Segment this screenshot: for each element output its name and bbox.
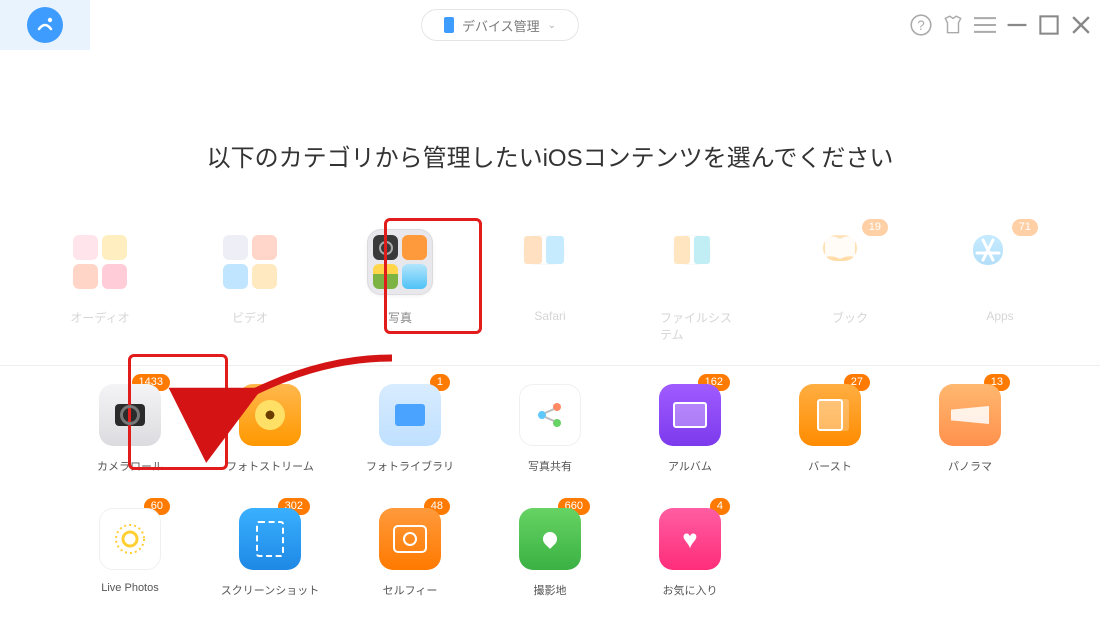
subcat-label: バースト bbox=[808, 458, 851, 474]
category-label: ビデオ bbox=[232, 309, 268, 326]
logo-icon bbox=[27, 7, 63, 43]
subcat-label: フォトストリーム bbox=[226, 458, 314, 474]
subcat-label: 写真共有 bbox=[528, 458, 572, 474]
heart-icon bbox=[659, 508, 721, 570]
subcat-photoshare[interactable]: 写真共有 bbox=[508, 384, 592, 474]
category-label: Apps bbox=[986, 309, 1013, 323]
subcat-album[interactable]: 162 アルバム bbox=[648, 384, 732, 474]
subcat-photostream[interactable]: フォトストリーム bbox=[228, 384, 312, 474]
category-label: ブック bbox=[832, 309, 868, 326]
category-books[interactable]: 19 ブック bbox=[810, 229, 890, 343]
photo-category-icon bbox=[367, 229, 433, 295]
count-badge: 71 bbox=[1012, 219, 1038, 236]
category-apps[interactable]: 71 Apps bbox=[960, 229, 1040, 343]
camera-icon bbox=[99, 384, 161, 446]
subcat-label: カメラロール bbox=[97, 458, 163, 474]
count-badge: 19 bbox=[862, 219, 888, 236]
category-filesystem[interactable]: ファイルシステム bbox=[660, 229, 740, 343]
subcat-label: スクリーンショット bbox=[221, 582, 319, 598]
phone-icon bbox=[444, 17, 454, 33]
skin-icon[interactable] bbox=[942, 14, 964, 36]
subcategory-row: 60 Live Photos 302 スクリーンショット 48 セルフィー 66… bbox=[88, 508, 1012, 598]
svg-text:?: ? bbox=[917, 18, 924, 33]
sunflower-icon bbox=[239, 384, 301, 446]
minimize-button[interactable] bbox=[1006, 14, 1028, 36]
subcat-livephotos[interactable]: 60 Live Photos bbox=[88, 508, 172, 598]
subcat-selfie[interactable]: 48 セルフィー bbox=[368, 508, 452, 598]
category-label: 写真 bbox=[388, 309, 412, 326]
page-heading: 以下のカテゴリから管理したいiOSコンテンツを選んでください bbox=[0, 138, 1100, 173]
burst-icon bbox=[799, 384, 861, 446]
subcat-label: アルバム bbox=[668, 458, 712, 474]
category-label: オーディオ bbox=[70, 309, 129, 326]
share-icon bbox=[519, 384, 581, 446]
subcat-label: Live Photos bbox=[101, 582, 158, 594]
subcat-label: お気に入り bbox=[663, 582, 718, 598]
close-button[interactable] bbox=[1070, 14, 1092, 36]
title-bar: デバイス管理 ⌄ ? bbox=[0, 0, 1100, 50]
menu-icon[interactable] bbox=[974, 14, 996, 36]
screenshot-icon bbox=[239, 508, 301, 570]
subcat-photolibrary[interactable]: 1 フォトライブラリ bbox=[368, 384, 452, 474]
category-label: Safari bbox=[534, 309, 565, 323]
subcat-favorites[interactable]: 4 お気に入り bbox=[648, 508, 732, 598]
panorama-icon bbox=[939, 384, 1001, 446]
library-icon bbox=[379, 384, 441, 446]
category-label: ファイルシステム bbox=[660, 309, 740, 343]
photo-subcategories: 1433 カメラロール フォトストリーム 1 フォトライブラリ 写真共有 162… bbox=[0, 366, 1100, 598]
device-label: デバイス管理 bbox=[462, 16, 540, 35]
subcat-screenshot[interactable]: 302 スクリーンショット bbox=[228, 508, 312, 598]
subcat-label: パノラマ bbox=[948, 458, 992, 474]
subcategory-row: 1433 カメラロール フォトストリーム 1 フォトライブラリ 写真共有 162… bbox=[88, 384, 1012, 474]
chevron-down-icon: ⌄ bbox=[548, 20, 556, 31]
category-photo[interactable]: 写真 bbox=[360, 229, 440, 343]
subcat-places[interactable]: 660 撮影地 bbox=[508, 508, 592, 598]
livephotos-icon bbox=[99, 508, 161, 570]
help-icon[interactable]: ? bbox=[910, 14, 932, 36]
subcat-label: フォトライブラリ bbox=[366, 458, 454, 474]
subcat-label: セルフィー bbox=[383, 582, 438, 598]
subcat-burst[interactable]: 27 バースト bbox=[788, 384, 872, 474]
location-icon bbox=[519, 508, 581, 570]
album-icon bbox=[659, 384, 721, 446]
category-audio[interactable]: オーディオ bbox=[60, 229, 140, 343]
subcat-cameraroll[interactable]: 1433 カメラロール bbox=[88, 384, 172, 474]
selfie-icon bbox=[379, 508, 441, 570]
device-selector[interactable]: デバイス管理 ⌄ bbox=[421, 9, 579, 41]
app-logo bbox=[0, 0, 90, 50]
subcat-panorama[interactable]: 13 パノラマ bbox=[928, 384, 1012, 474]
maximize-button[interactable] bbox=[1038, 14, 1060, 36]
category-video[interactable]: ビデオ bbox=[210, 229, 290, 343]
category-safari[interactable]: Safari bbox=[510, 229, 590, 343]
category-row: オーディオ ビデオ 写真 Safari ファイルシステム 19 ブック 71 A… bbox=[0, 229, 1100, 343]
subcat-label: 撮影地 bbox=[534, 582, 567, 598]
window-controls: ? bbox=[910, 14, 1092, 36]
